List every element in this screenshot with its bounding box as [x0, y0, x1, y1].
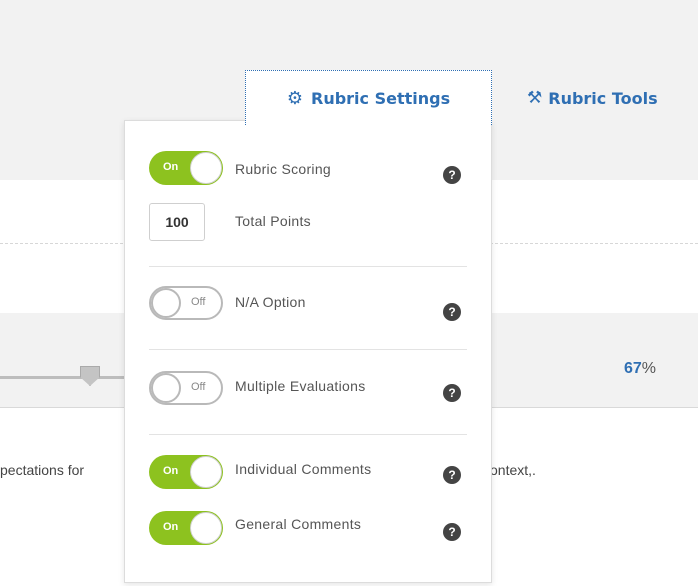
rubric-settings-panel: On Rubric Scoring ? Total Points Off N/A…	[124, 120, 492, 583]
rubric-scoring-label: Rubric Scoring	[235, 161, 332, 177]
total-points-input[interactable]	[149, 203, 205, 241]
total-points-label: Total Points	[235, 213, 311, 229]
toggle-knob	[190, 512, 222, 544]
help-icon[interactable]: ?	[443, 303, 461, 321]
criterion-text-right: ontext,.	[490, 462, 536, 478]
toggle-knob	[190, 456, 222, 488]
toggle-state-label: Off	[191, 296, 206, 308]
tab-rubric-settings-label: Rubric Settings	[311, 88, 451, 108]
divider	[149, 349, 467, 350]
na-option-label: N/A Option	[235, 294, 306, 310]
multiple-evaluations-toggle[interactable]: Off	[149, 371, 223, 405]
toggle-knob	[190, 152, 222, 184]
toggle-state-label: On	[163, 465, 179, 477]
individual-comments-label: Individual Comments	[235, 461, 372, 477]
toggle-state-label: Off	[191, 381, 206, 393]
general-comments-label: General Comments	[235, 516, 362, 532]
help-icon[interactable]: ?	[443, 523, 461, 541]
individual-comments-toggle[interactable]: On	[149, 455, 223, 489]
slider-track[interactable]	[0, 376, 125, 379]
toggle-knob	[151, 373, 181, 403]
toggle-knob	[151, 288, 181, 318]
score-percent-value: 67	[624, 360, 642, 377]
help-icon[interactable]: ?	[443, 384, 461, 402]
tab-rubric-settings[interactable]: ⚙ Rubric Settings	[245, 70, 492, 125]
divider	[149, 434, 467, 435]
toggle-state-label: On	[163, 521, 179, 533]
score-percent: 67%	[624, 360, 656, 378]
help-icon[interactable]: ?	[443, 466, 461, 484]
tools-icon: ⚒	[527, 88, 543, 108]
gear-icon: ⚙	[286, 87, 303, 109]
multiple-evaluations-label: Multiple Evaluations	[235, 378, 366, 394]
na-option-toggle[interactable]: Off	[149, 286, 223, 320]
criterion-text-left: pectations for	[0, 462, 85, 478]
rubric-scoring-toggle[interactable]: On	[149, 151, 223, 185]
tab-rubric-tools-label: Rubric Tools	[548, 88, 658, 108]
help-icon[interactable]: ?	[443, 166, 461, 184]
divider	[149, 266, 467, 267]
toggle-state-label: On	[163, 161, 179, 173]
percent-sign: %	[641, 360, 657, 377]
general-comments-toggle[interactable]: On	[149, 511, 223, 545]
tab-rubric-tools[interactable]: ⚒ Rubric Tools	[527, 88, 658, 108]
